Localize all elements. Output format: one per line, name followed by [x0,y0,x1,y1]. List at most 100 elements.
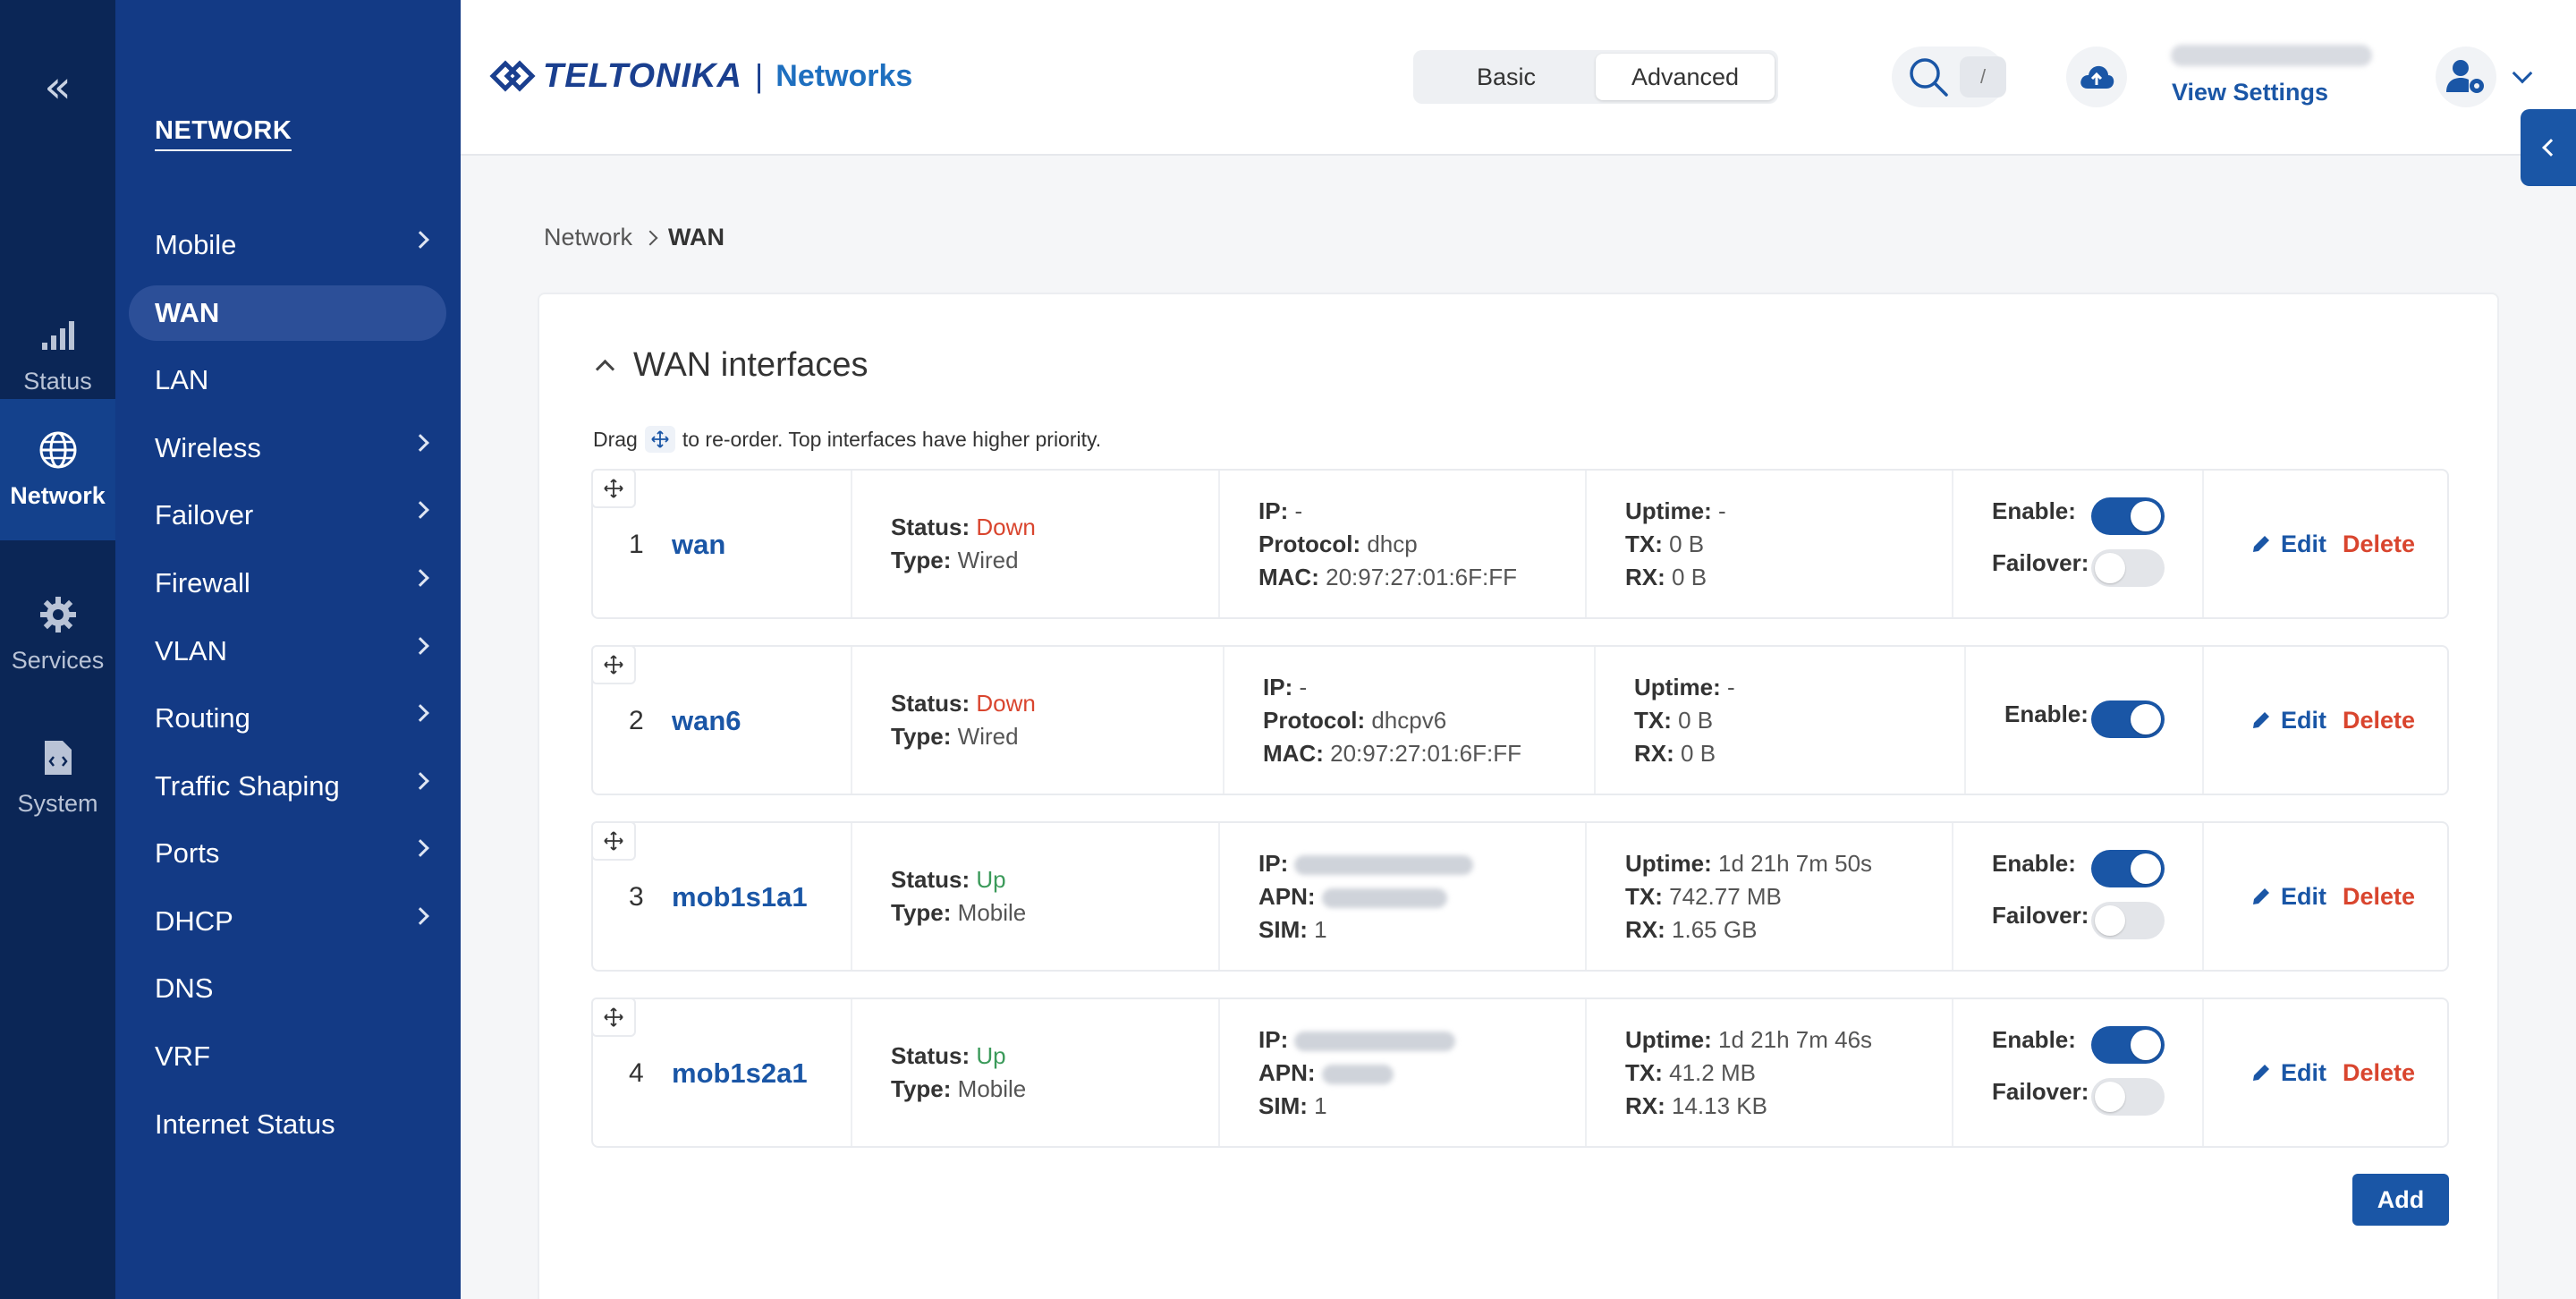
drag-move-icon [644,426,675,453]
side-panel-toggle[interactable] [2521,109,2576,186]
rail-item-services[interactable]: Services [0,564,115,705]
subnav-item-failover[interactable]: Failover [129,488,446,543]
protocol-label: Protocol: [1263,706,1366,734]
add-interface-button[interactable]: Add [2352,1174,2449,1226]
tx-label: TX: [1625,1058,1663,1086]
row-number: 4 [629,1057,644,1088]
type-label: Type: [891,1075,952,1102]
subnav-item-dns[interactable]: DNS [129,961,446,1016]
subnav-item-routing[interactable]: Routing [129,691,446,746]
subnav-item-internet-status[interactable]: Internet Status [129,1097,446,1152]
collapse-sidebar-icon[interactable]: « [0,55,115,118]
globe-icon [38,430,78,470]
failover-toggle[interactable] [2091,1078,2165,1116]
rail-item-network[interactable]: Network [0,399,115,540]
rx-value: 0 B [1672,563,1707,590]
apn-label: APN: [1258,882,1316,910]
subnav-item-ports[interactable]: Ports [129,826,446,881]
chevron-right-icon [642,230,658,245]
failover-label: Failover: [1992,902,2089,929]
enable-toggle[interactable] [2091,1026,2165,1064]
mode-switch: Basic Advanced [1413,50,1778,104]
enable-label: Enable: [1992,1026,2076,1053]
subnav-item-dhcp[interactable]: DHCP [129,894,446,949]
network-subnav: NETWORK Mobile WAN LAN Wireless Failover… [115,0,461,1299]
edit-button[interactable]: Edit [2250,531,2326,558]
subnav-item-traffic-shaping[interactable]: Traffic Shaping [129,759,446,814]
type-value: Wired [957,723,1019,750]
enable-toggle[interactable] [2091,850,2165,887]
edit-button[interactable]: Edit [2250,1059,2326,1087]
subnav-item-label: DNS [155,972,214,1004]
subnav-item-vlan[interactable]: VLAN [129,624,446,679]
enable-toggle[interactable] [2091,700,2165,738]
toggle-knob [2131,501,2161,531]
chevron-right-icon [411,637,429,655]
delete-button[interactable]: Delete [2343,531,2415,558]
failover-toggle[interactable] [2091,549,2165,587]
subnav-item-label: Mobile [155,229,237,260]
rail-item-system[interactable]: System [0,707,115,848]
enable-toggle[interactable] [2091,497,2165,535]
mode-advanced-button[interactable]: Advanced [1596,54,1775,100]
interface-name-link[interactable]: wan6 [672,647,741,794]
breadcrumb: Network WAN [544,224,724,251]
failover-label: Failover: [1992,1078,2089,1105]
sim-value: 1 [1314,1091,1327,1119]
cloud-upload-button[interactable] [2066,47,2127,107]
chevron-right-icon [411,434,429,452]
subnav-item-firewall[interactable]: Firewall [129,556,446,611]
ip-value-redacted [1294,854,1474,875]
delete-button[interactable]: Delete [2343,883,2415,911]
delete-button[interactable]: Delete [2343,707,2415,734]
row-divider [1218,999,1220,1146]
chevron-down-icon[interactable] [2512,63,2533,84]
subnav-item-lan[interactable]: LAN [129,352,446,408]
subnav-item-wan[interactable]: WAN [129,285,446,341]
mode-basic-button[interactable]: Basic [1417,54,1596,100]
interface-row-wan: 1 wan Status: Down Type: Wired IP: - Pro… [591,469,2449,619]
teltonika-logo[interactable]: TELTONIKA | Networks [487,49,912,103]
search-button[interactable]: / [1892,47,2006,107]
edit-button[interactable]: Edit [2250,707,2326,734]
apn-value-redacted [1321,887,1447,908]
failover-toggle[interactable] [2091,902,2165,939]
chevron-right-icon [411,772,429,790]
view-settings-link[interactable]: View Settings [2172,79,2328,106]
toggle-knob [2095,553,2125,583]
rx-label: RX: [1634,739,1674,767]
subnav-item-label: Internet Status [155,1108,335,1140]
address-cell: IP: - Protocol: dhcpv6 MAC: 20:97:27:01:… [1263,647,1521,794]
row-divider [1218,823,1220,970]
user-menu-button[interactable] [2436,47,2496,107]
mac-label: MAC: [1263,739,1324,767]
apn-label: APN: [1258,1058,1316,1086]
interface-name-link[interactable]: wan [672,471,725,617]
row-divider [1585,999,1587,1146]
breadcrumb-network[interactable]: Network [544,224,632,251]
status-cell: Status: Up Type: Mobile [891,823,1026,970]
subnav-item-label: WAN [155,297,220,328]
subnav-item-vrf[interactable]: VRF [129,1029,446,1084]
chevron-up-icon[interactable] [595,359,615,379]
reorder-hint: Drag to re-order. Top interfaces have hi… [593,426,1101,453]
subnav-item-label: Failover [155,499,254,531]
uptime-value: 1d 21h 7m 50s [1718,849,1873,877]
status-value: Down [976,514,1036,540]
delete-button[interactable]: Delete [2343,1059,2415,1087]
subnav-item-mobile[interactable]: Mobile [129,217,446,273]
tx-value: 0 B [1678,706,1714,734]
edit-button[interactable]: Edit [2250,883,2326,911]
status-cell: Status: Down Type: Wired [891,471,1036,617]
subnav-item-label: Traffic Shaping [155,770,340,802]
chevron-right-icon [411,907,429,925]
tx-value: 0 B [1669,530,1705,557]
ip-value: - [1299,673,1308,700]
interface-name-link[interactable]: mob1s2a1 [672,999,808,1146]
status-value: Down [976,690,1036,717]
section-header[interactable]: WAN interfaces [595,346,869,385]
subnav-item-wireless[interactable]: Wireless [129,420,446,476]
rail-label: System [17,789,98,817]
row-actions: Edit Delete [2250,471,2415,617]
interface-name-link[interactable]: mob1s1a1 [672,823,808,970]
